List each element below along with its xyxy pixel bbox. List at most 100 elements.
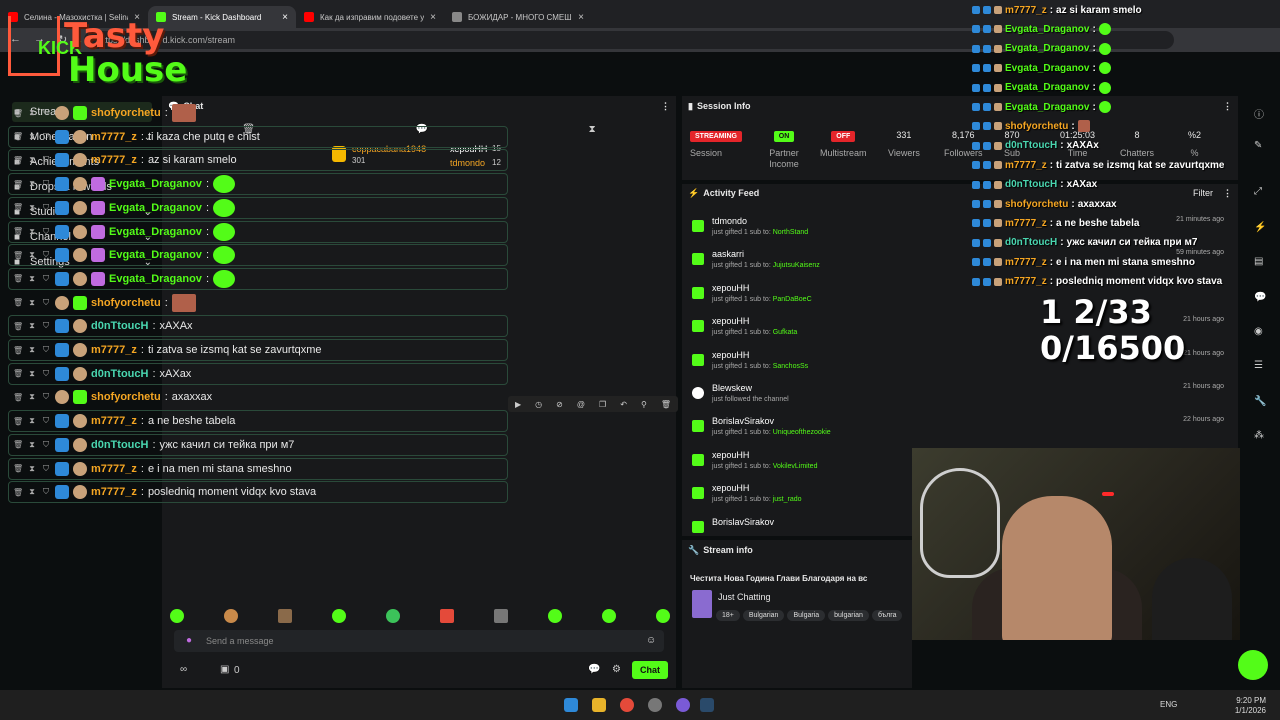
timeout-icon[interactable]: ⧗	[27, 440, 37, 450]
ban-icon[interactable]: ⛉	[41, 274, 51, 284]
chat-username[interactable]: d0nTtoucH	[91, 320, 148, 332]
close-tab-icon[interactable]: ×	[578, 12, 584, 23]
ban-icon[interactable]: ⛉	[41, 487, 51, 497]
emote-icon[interactable]	[386, 609, 400, 623]
timeout-icon[interactable]: ⧗	[27, 464, 37, 474]
delete-icon[interactable]: 🗑	[13, 274, 23, 283]
ban-icon[interactable]: ⛉	[41, 392, 51, 402]
chat-username[interactable]: Evgata_Draganov	[109, 226, 202, 238]
stream-tag[interactable]: бълга	[871, 610, 903, 621]
emote-icon[interactable]	[656, 609, 670, 623]
delete-icon[interactable]: 🗑	[13, 298, 23, 307]
activity-target[interactable]: NorthStand	[773, 229, 808, 236]
timeout-icon[interactable]: ⧗	[27, 250, 37, 260]
delete-icon[interactable]: 🗑	[13, 251, 23, 260]
delete-icon[interactable]: 🗑	[13, 156, 23, 165]
emote-icon[interactable]	[170, 609, 184, 623]
info-icon[interactable]: ⓘ	[1254, 106, 1264, 121]
activity-user[interactable]: хероuHH	[712, 316, 749, 326]
chat-message[interactable]: 🗑 ⧗ ⛉ m7777_z: e i na men mi stana smeshno	[8, 457, 508, 480]
chat-message[interactable]: 🗑 ⧗ ⛉ Evgata_Draganov:	[8, 196, 508, 219]
ban-icon[interactable]: ⛉	[41, 345, 51, 355]
chat-username[interactable]: shofyorchetu	[91, 107, 161, 119]
chat-username[interactable]: d0nTtoucH	[91, 368, 148, 380]
ban-icon[interactable]: ⛉	[41, 250, 51, 260]
chat-username[interactable]: Evgata_Draganov	[109, 249, 202, 261]
chat-username[interactable]: m7777_z	[91, 415, 137, 427]
delete-icon[interactable]: 🗑	[13, 346, 23, 355]
emote-icon[interactable]	[602, 609, 616, 623]
chat-message[interactable]: 🗑 ⧗ ⛉ shofyorchetu:	[8, 102, 508, 124]
timeout-icon[interactable]: ⧗	[27, 345, 37, 355]
page-icon[interactable]: ▤	[1254, 256, 1263, 267]
copy-icon[interactable]: ❐	[599, 400, 606, 409]
chat-username[interactable]: shofyorchetu	[91, 297, 161, 309]
chat-message[interactable]: 🗑 ⧗ ⛉ d0nTtoucH: xAXax	[8, 362, 508, 385]
delete-icon[interactable]: 🗑	[13, 369, 23, 378]
timeout-icon[interactable]: ⧗	[27, 321, 37, 331]
delete-icon[interactable]: 🗑	[661, 400, 671, 409]
stream-tag[interactable]: Bulgaria	[787, 610, 826, 621]
delete-icon[interactable]: 🗑	[13, 488, 23, 497]
timeout-icon[interactable]: ⧗	[27, 487, 37, 497]
emote-icon[interactable]	[494, 609, 508, 623]
stream-tag[interactable]: bulgarian	[828, 610, 869, 621]
activity-target[interactable]: JujutsuKaisenz	[773, 262, 820, 269]
chat-message[interactable]: 🗑 ⧗ ⛉ shofyorchetu: axaxxax	[8, 386, 508, 408]
hourglass-icon[interactable]: ⧗	[589, 124, 596, 135]
delete-icon[interactable]: 🗑	[13, 109, 23, 118]
stream-tag[interactable]: 18+	[716, 610, 740, 621]
ban-icon[interactable]: ⊘	[556, 400, 563, 409]
gear-icon[interactable]: ⚙	[612, 664, 621, 675]
ban-icon[interactable]: ⛉	[41, 416, 51, 426]
clock-icon[interactable]: ◷	[535, 400, 542, 409]
activity-user[interactable]: BorislavSirakov	[712, 517, 774, 527]
chat-username[interactable]: m7777_z	[91, 463, 137, 475]
delete-icon[interactable]: 🗑	[13, 132, 23, 141]
file-explorer-icon[interactable]	[592, 698, 606, 712]
undo-icon[interactable]: ↶	[620, 400, 627, 409]
timeout-icon[interactable]: ⧗	[27, 132, 37, 142]
activity-user[interactable]: хероuHH	[712, 483, 749, 493]
ban-icon[interactable]: ⛉	[41, 108, 51, 118]
activity-user[interactable]: BorislavSirakov	[712, 416, 774, 426]
support-chat-button[interactable]	[1238, 650, 1268, 680]
loop-icon[interactable]: ∞	[180, 664, 187, 675]
emote-icon[interactable]	[440, 609, 454, 623]
chat-message[interactable]: 🗑 ⧗ ⛉ Evgata_Draganov:	[8, 173, 508, 196]
wrench-icon[interactable]: 🔧	[1254, 396, 1266, 407]
ban-icon[interactable]: ⛉	[41, 464, 51, 474]
language-indicator[interactable]: ENG	[1160, 700, 1177, 709]
browser-tab[interactable]: Как да изправим подовете у д ×	[296, 6, 444, 28]
timeout-icon[interactable]: ⧗	[27, 155, 37, 165]
timeout-icon[interactable]: ⧗	[27, 179, 37, 189]
chat-message[interactable]: 🗑 ⧗ ⛉ m7777_z: az si karam smelo	[8, 149, 508, 172]
ban-icon[interactable]: ⛉	[41, 369, 51, 379]
delete-icon[interactable]: 🗑	[13, 203, 23, 212]
chat-message[interactable]: 🗑 ⧗ ⛉ m7777_z: posledniq moment vidqx kvo st…	[8, 481, 508, 504]
steam-icon[interactable]	[700, 698, 714, 712]
activity-target[interactable]: SanchosSs	[773, 363, 808, 370]
emoji-icon[interactable]: ☺	[646, 635, 656, 646]
activity-user[interactable]: хероuHH	[712, 283, 749, 293]
chat-icon[interactable]: 💬	[1254, 292, 1266, 303]
timeout-icon[interactable]: ⧗	[27, 108, 37, 118]
ban-icon[interactable]: ⛉	[41, 155, 51, 165]
ban-icon[interactable]: ⛉	[41, 298, 51, 308]
activity-user[interactable]: хероuHH	[712, 350, 749, 360]
close-tab-icon[interactable]: ×	[430, 12, 436, 23]
activity-target[interactable]: just_rado	[773, 496, 802, 503]
chat-message[interactable]: 🗑 ⧗ ⛉ Evgata_Draganov:	[8, 220, 508, 243]
delete-icon[interactable]: 🗑	[13, 417, 23, 426]
timeout-icon[interactable]: ⧗	[27, 416, 37, 426]
browser-tab[interactable]: БОЖИДАР - МНОГО СМЕШНО ×	[444, 6, 592, 28]
emote-icon[interactable]	[548, 609, 562, 623]
edit-icon[interactable]: ✎	[1254, 140, 1262, 151]
chat-username[interactable]: Evgata_Draganov	[109, 178, 202, 190]
ban-icon[interactable]: ⛉	[41, 321, 51, 331]
delete-icon[interactable]: 🗑	[13, 393, 23, 402]
message-input[interactable]: Send a message	[174, 630, 664, 652]
timeout-icon[interactable]: ⧗	[27, 227, 37, 237]
broadcast-icon[interactable]: ◉	[1254, 326, 1263, 337]
timeout-icon[interactable]: ⧗	[27, 369, 37, 379]
